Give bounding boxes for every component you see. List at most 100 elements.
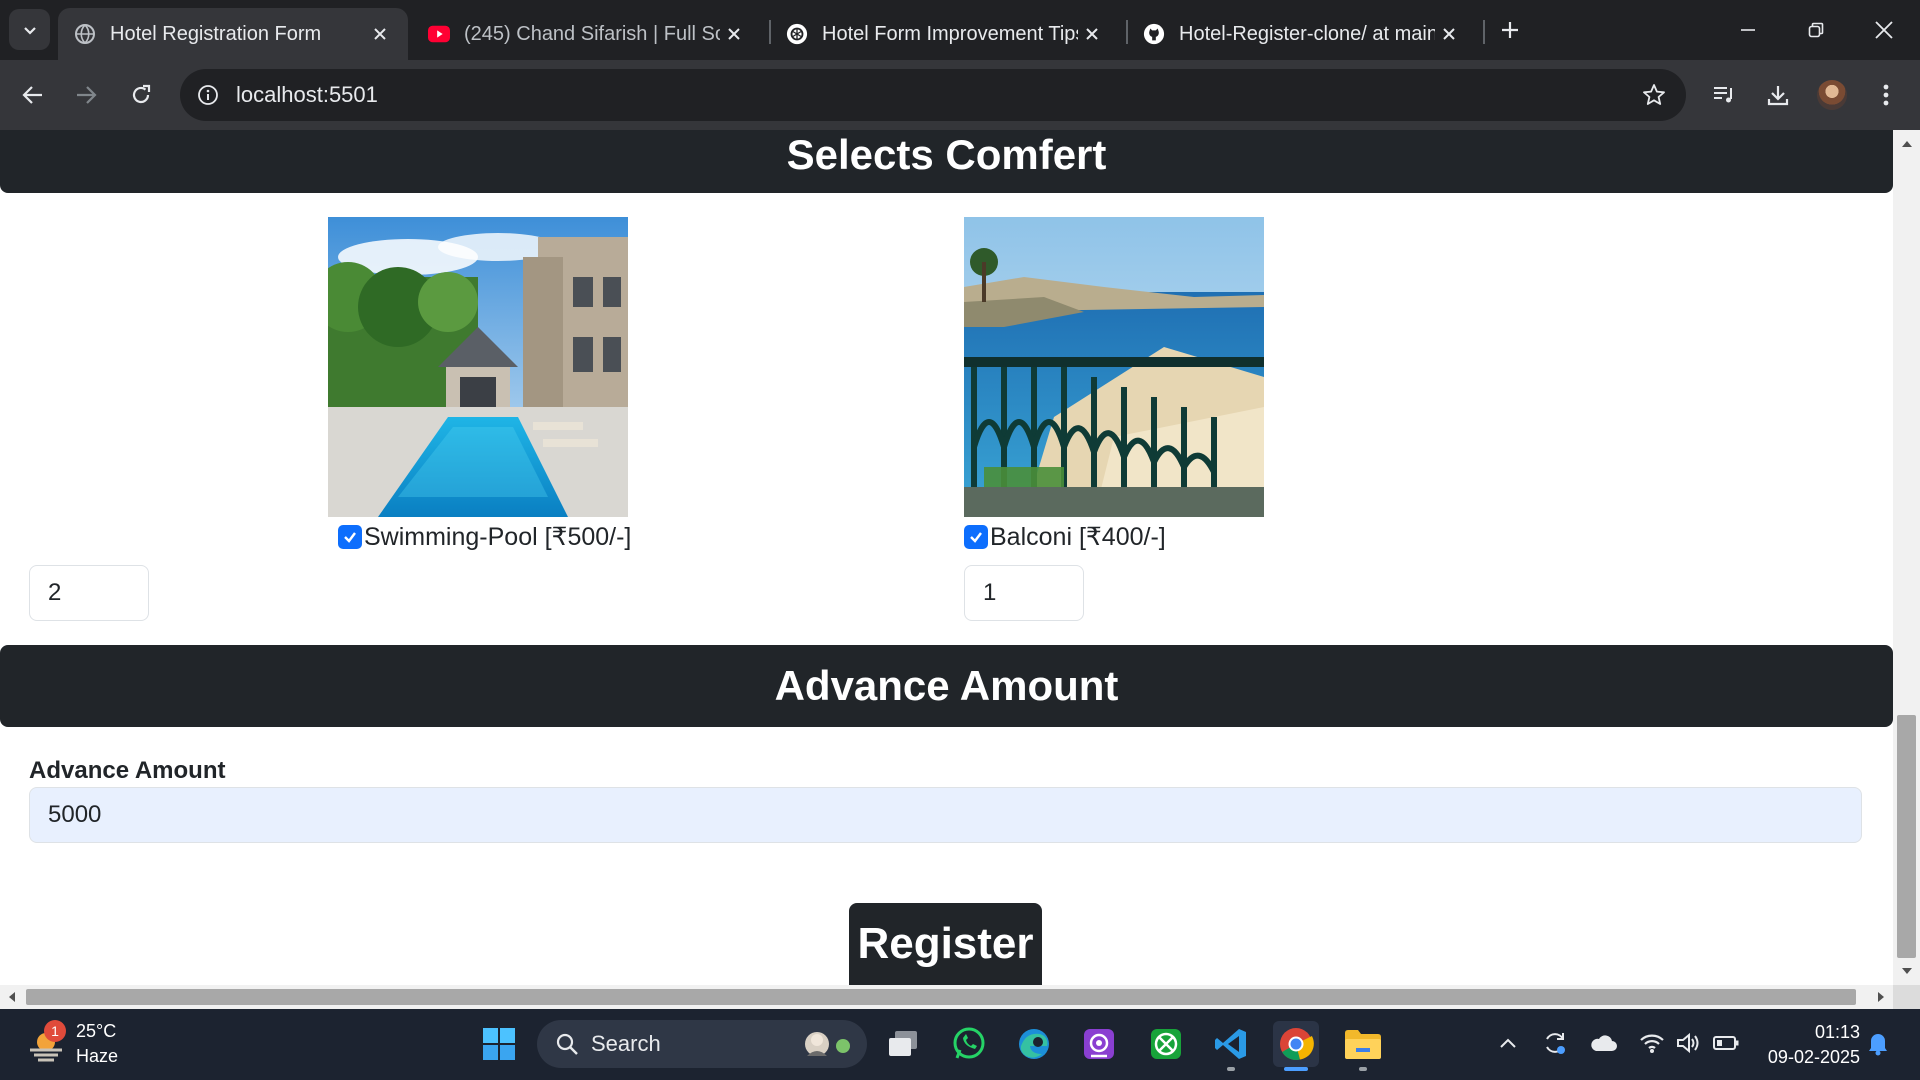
- tab-title: Hotel Form Improvement Tips: [822, 22, 1078, 45]
- show-hidden-icons-button[interactable]: [1492, 1027, 1524, 1059]
- comfort-heading: Selects Comfert: [786, 131, 1107, 178]
- weather-description: Haze: [76, 1046, 119, 1066]
- balcony-quantity-input[interactable]: 1: [964, 565, 1084, 621]
- wifi-tray-button[interactable]: [1636, 1027, 1668, 1059]
- advance-amount-input[interactable]: 5000: [29, 787, 1862, 843]
- tab-title: (245) Chand Sifarish | Full Song: [464, 22, 720, 45]
- tab-github[interactable]: Hotel-Register-clone/ at main ·: [1127, 8, 1477, 60]
- vscode-app[interactable]: [1208, 1021, 1254, 1071]
- chrome-icon: [1280, 1028, 1314, 1061]
- taskbar-search[interactable]: Search: [537, 1020, 867, 1068]
- horizontal-scrollbar[interactable]: [0, 985, 1893, 1009]
- profile-button[interactable]: [1812, 75, 1852, 115]
- swimming-pool-option[interactable]: Swimming-Pool [₹500/-]: [338, 522, 631, 552]
- battery-tray-button[interactable]: [1710, 1027, 1742, 1059]
- bell-icon: [1869, 1034, 1887, 1056]
- sync-tray-button[interactable]: [1539, 1027, 1571, 1059]
- balcony-checkbox[interactable]: [964, 525, 988, 549]
- swimming-pool-checkbox[interactable]: [338, 525, 362, 549]
- youtube-icon: [428, 23, 450, 45]
- windows-taskbar: 1 25°C Haze Search 01:13 09-02-2025: [0, 1009, 1920, 1080]
- restore-icon: [1808, 22, 1824, 38]
- github-icon: [1143, 23, 1165, 45]
- reload-button[interactable]: [121, 75, 161, 115]
- swimming-pool-quantity-input[interactable]: 2: [29, 565, 149, 621]
- cloud-icon: [1591, 1035, 1617, 1051]
- whatsapp-icon: [953, 1027, 985, 1059]
- swimming-pool-image: [328, 217, 628, 517]
- running-indicator: [1227, 1067, 1235, 1071]
- downloads-button[interactable]: [1758, 75, 1798, 115]
- close-icon[interactable]: [1435, 20, 1463, 48]
- onedrive-tray-button[interactable]: [1588, 1027, 1620, 1059]
- checkmark-icon: [344, 532, 356, 543]
- notifications-button[interactable]: [1862, 1027, 1894, 1059]
- close-icon[interactable]: [720, 20, 748, 48]
- edge-icon: [1019, 1029, 1049, 1059]
- minimize-button[interactable]: [1726, 8, 1770, 52]
- active-indicator: [1284, 1067, 1308, 1071]
- clock-time: 01:13: [1814, 1022, 1860, 1042]
- horizontal-scroll-thumb[interactable]: [26, 989, 1856, 1005]
- plus-icon: [1502, 22, 1518, 38]
- whatsapp-app[interactable]: [946, 1021, 992, 1067]
- scrollbar-corner: [1893, 985, 1920, 1009]
- globe-icon: [74, 23, 96, 45]
- tab-strip: Hotel Registration Form (245) Chand Sifa…: [0, 0, 1920, 60]
- vertical-scrollbar[interactable]: [1893, 130, 1920, 985]
- start-button[interactable]: [476, 1021, 522, 1067]
- register-button[interactable]: Register: [849, 903, 1042, 985]
- new-tab-button[interactable]: [1494, 14, 1526, 46]
- chrome-app[interactable]: [1273, 1021, 1319, 1071]
- vertical-scroll-thumb[interactable]: [1897, 715, 1916, 958]
- file-explorer-app[interactable]: [1340, 1021, 1386, 1071]
- arrow-left-icon: [22, 86, 42, 104]
- site-info-icon[interactable]: [194, 81, 222, 109]
- scroll-right-arrow-icon[interactable]: [1869, 985, 1893, 1009]
- volume-tray-button[interactable]: [1673, 1027, 1705, 1059]
- wifi-icon: [1640, 1034, 1664, 1053]
- tab-title: Hotel-Register-clone/ at main ·: [1179, 22, 1435, 45]
- advance-heading: Advance Amount: [774, 662, 1119, 709]
- close-icon[interactable]: [366, 20, 394, 48]
- balcony-image: [964, 217, 1264, 517]
- close-icon[interactable]: [1078, 20, 1106, 48]
- browser-menu-button[interactable]: [1866, 75, 1906, 115]
- battery-icon: [1713, 1036, 1739, 1050]
- address-bar[interactable]: localhost:5501: [180, 69, 1686, 121]
- task-view-icon: [889, 1031, 917, 1056]
- forward-button[interactable]: [66, 75, 106, 115]
- openai-icon: [786, 23, 808, 45]
- scroll-left-arrow-icon[interactable]: [0, 985, 24, 1009]
- task-view-button[interactable]: [880, 1021, 926, 1067]
- tab-chatgpt[interactable]: Hotel Form Improvement Tips: [770, 8, 1120, 60]
- restore-button[interactable]: [1794, 8, 1838, 52]
- clock-date: 09-02-2025: [1767, 1047, 1860, 1067]
- balcony-option[interactable]: Balconi [₹400/-]: [964, 522, 1166, 552]
- comfort-section-header: Selects Comfert: [0, 130, 1893, 193]
- bookmark-star-icon[interactable]: [1640, 81, 1668, 109]
- checkmark-icon: [970, 532, 982, 543]
- vscode-icon: [1215, 1029, 1246, 1059]
- tab-youtube[interactable]: (245) Chand Sifarish | Full Song: [412, 8, 762, 60]
- balcony-label: Balconi [₹400/-]: [990, 523, 1166, 551]
- weather-widget[interactable]: 1 25°C Haze: [26, 1019, 118, 1069]
- tab-search-button[interactable]: [9, 9, 50, 50]
- advance-section-header: Advance Amount: [0, 645, 1893, 727]
- system-clock[interactable]: 01:13 09-02-2025: [1760, 1020, 1860, 1070]
- xbox-app[interactable]: [1143, 1021, 1189, 1067]
- screen-recorder-app[interactable]: [1076, 1021, 1122, 1067]
- close-window-button[interactable]: [1862, 8, 1906, 52]
- edge-app[interactable]: [1011, 1021, 1057, 1067]
- scroll-down-arrow-icon[interactable]: [1893, 959, 1920, 983]
- weather-temperature: 25°C: [76, 1021, 117, 1041]
- back-button[interactable]: [13, 75, 53, 115]
- search-highlight-icon: [805, 1032, 850, 1056]
- minimize-icon: [1741, 29, 1755, 31]
- reading-list-button[interactable]: [1704, 75, 1744, 115]
- scroll-up-arrow-icon[interactable]: [1893, 132, 1920, 156]
- chevron-down-icon: [23, 26, 36, 35]
- recorder-icon: [1084, 1029, 1114, 1059]
- more-vertical-icon: [1883, 84, 1889, 106]
- tab-hotel-registration[interactable]: Hotel Registration Form: [58, 8, 408, 60]
